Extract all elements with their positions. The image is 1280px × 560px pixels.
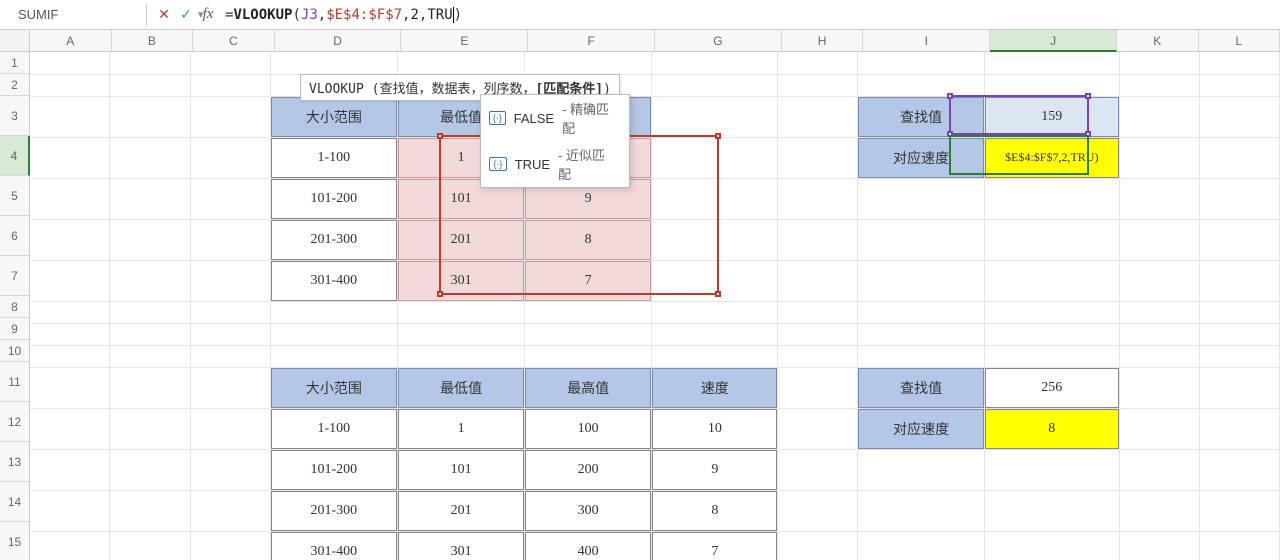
lookup1-res-value[interactable]: $E$4:$F$7,2,TRU) <box>985 138 1119 178</box>
formula-function-name: VLOOKUP <box>233 7 292 23</box>
table2-header-range[interactable]: 大小范围 <box>271 368 398 408</box>
row-header-12[interactable]: 12 <box>0 402 30 442</box>
insert-function-button[interactable]: fx <box>197 6 219 23</box>
table1-cell[interactable]: 101-200 <box>271 179 398 219</box>
name-box-wrap[interactable]: ▾ <box>0 5 140 24</box>
table2-cell[interactable]: 101 <box>398 450 524 490</box>
formula-comma: , <box>318 7 326 23</box>
row-header-3[interactable]: 3 <box>0 96 30 136</box>
table1-cell[interactable]: 8 <box>525 220 651 260</box>
lookup2-res-label[interactable]: 对应速度 <box>858 409 983 449</box>
col-header-F[interactable]: F <box>528 30 655 52</box>
lookup2-key-label[interactable]: 查找值 <box>858 368 983 408</box>
table2-cell[interactable]: 9 <box>652 450 777 490</box>
table1-cell[interactable]: 7 <box>525 261 651 301</box>
column-headers: A B C D E F G H I J K L <box>30 30 1280 52</box>
row-header-9[interactable]: 9 <box>0 318 30 340</box>
row-header-10[interactable]: 10 <box>0 340 30 362</box>
col-header-G[interactable]: G <box>655 30 782 52</box>
table2-cell[interactable]: 201-300 <box>271 491 398 531</box>
autocomplete-code: TRUE <box>515 157 550 172</box>
cells-area[interactable]: 大小范围 最低值 速度 查找值 159 1-100 1 10 对应速度 $E$ <box>30 52 1280 560</box>
formula-arg-range-lookup: TRU <box>427 7 452 23</box>
formula-arg-lookup-value: J3 <box>301 7 318 23</box>
formula-equals: = <box>225 7 233 23</box>
table2-cell[interactable]: 200 <box>525 450 651 490</box>
table1-header-range[interactable]: 大小范围 <box>271 97 398 137</box>
lookup1-key-label[interactable]: 查找值 <box>858 97 983 137</box>
row-header-13[interactable]: 13 <box>0 442 30 482</box>
lookup1-res-label[interactable]: 对应速度 <box>858 138 983 178</box>
table1-cell[interactable]: 201 <box>398 220 524 260</box>
lookup2-key-value[interactable]: 256 <box>985 368 1119 408</box>
table2-header-speed[interactable]: 速度 <box>652 368 777 408</box>
col-header-L[interactable]: L <box>1199 30 1280 52</box>
col-header-J[interactable]: J <box>990 30 1117 52</box>
col-header-B[interactable]: B <box>112 30 194 52</box>
formula-arg-table-array: $E$4:$F$7 <box>326 7 402 23</box>
table2-cell[interactable]: 1-100 <box>271 409 398 449</box>
row-header-6[interactable]: 6 <box>0 216 30 256</box>
autocomplete-desc: - 精确匹配 <box>562 99 617 137</box>
formula-arg-col-index: 2 <box>410 7 418 23</box>
col-header-D[interactable]: D <box>275 30 402 52</box>
formula-comma: , <box>402 7 410 23</box>
table1-cell[interactable]: 301 <box>398 261 524 301</box>
table2-cell[interactable]: 7 <box>652 532 777 560</box>
formula-comma: , <box>419 7 427 23</box>
table2-cell[interactable]: 301 <box>398 532 524 560</box>
table2-cell[interactable]: 10 <box>652 409 777 449</box>
table2-cell[interactable]: 1 <box>398 409 524 449</box>
col-header-I[interactable]: I <box>863 30 990 52</box>
formula-paren-open: ( <box>292 7 300 23</box>
table2-cell[interactable]: 201 <box>398 491 524 531</box>
autocomplete-code: FALSE <box>514 111 554 126</box>
table2-cell[interactable]: 300 <box>525 491 651 531</box>
col-header-E[interactable]: E <box>401 30 528 52</box>
autocomplete-desc: - 近似匹配 <box>558 145 617 183</box>
table1-cell[interactable]: 301-400 <box>271 261 398 301</box>
table2-header-min[interactable]: 最低值 <box>398 368 524 408</box>
table2-cell[interactable]: 100 <box>525 409 651 449</box>
row-header-1[interactable]: 1 <box>0 52 30 74</box>
col-header-C[interactable]: C <box>193 30 275 52</box>
row-header-5[interactable]: 5 <box>0 176 30 216</box>
row-header-7[interactable]: 7 <box>0 256 30 296</box>
table2-cell[interactable]: 301-400 <box>271 532 398 560</box>
table2-cell[interactable]: 400 <box>525 532 651 560</box>
table1-cell[interactable]: 1-100 <box>271 138 398 178</box>
row-headers: 1 2 3 4 5 6 7 8 9 10 11 12 13 14 15 <box>0 52 30 560</box>
separator <box>146 4 147 26</box>
col-header-H[interactable]: H <box>782 30 864 52</box>
hint-fn-name: VLOOKUP <box>309 82 364 97</box>
autocomplete-popup: {·} FALSE - 精确匹配 {·} TRUE - 近似匹配 <box>480 94 630 188</box>
row-header-8[interactable]: 8 <box>0 296 30 318</box>
row-header-4[interactable]: 4 <box>0 136 30 176</box>
row-header-14[interactable]: 14 <box>0 482 30 522</box>
formula-input[interactable]: = VLOOKUP ( J3 , $E$4:$F$7 , 2 , TRU ) <box>219 5 1280 25</box>
col-header-K[interactable]: K <box>1117 30 1199 52</box>
accept-button[interactable]: ✓ <box>175 6 197 23</box>
formula-bar: ▾ ✕ ✓ fx = VLOOKUP ( J3 , $E$4:$F$7 , 2 … <box>0 0 1280 30</box>
row-header-15[interactable]: 15 <box>0 522 30 560</box>
value-icon: {·} <box>489 157 507 171</box>
table1-cell[interactable]: 201-300 <box>271 220 398 260</box>
table2-header-max[interactable]: 最高值 <box>525 368 651 408</box>
autocomplete-item-true[interactable]: {·} TRUE - 近似匹配 <box>481 141 629 187</box>
formula-paren-close: ) <box>454 7 462 23</box>
row-header-2[interactable]: 2 <box>0 74 30 96</box>
lookup1-key-value[interactable]: 159 <box>985 97 1119 137</box>
row-header-11[interactable]: 11 <box>0 362 30 402</box>
value-icon: {·} <box>489 111 506 125</box>
col-header-A[interactable]: A <box>30 30 112 52</box>
autocomplete-item-false[interactable]: {·} FALSE - 精确匹配 <box>481 95 629 141</box>
select-all-corner[interactable] <box>0 30 30 52</box>
lookup2-res-value[interactable]: 8 <box>985 409 1119 449</box>
table2-cell[interactable]: 8 <box>652 491 777 531</box>
cancel-button[interactable]: ✕ <box>153 6 175 23</box>
table2-cell[interactable]: 101-200 <box>271 450 398 490</box>
